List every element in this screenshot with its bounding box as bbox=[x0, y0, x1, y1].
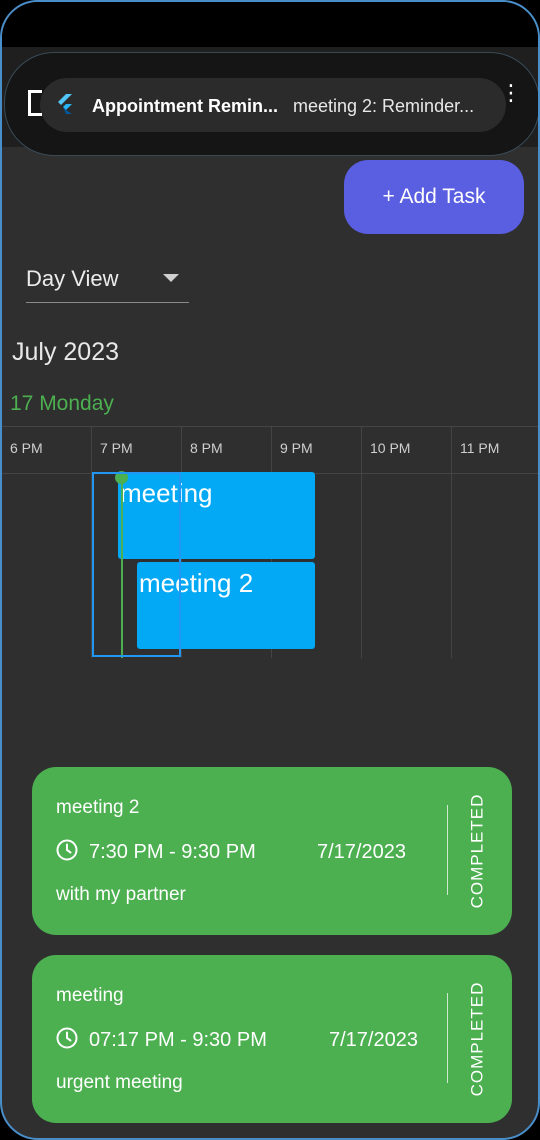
hour-label: 7 PM bbox=[100, 440, 133, 456]
phone-screen: Appointment Remin... meeting 2: Reminder… bbox=[0, 0, 540, 1140]
notification-text: meeting 2: Reminder... bbox=[293, 96, 475, 116]
notification-app-name: Appointment Remin... bbox=[92, 96, 278, 116]
task-title: meeting 2 bbox=[56, 797, 140, 818]
task-time: 7:30 PM - 9:30 PM bbox=[89, 841, 256, 863]
task-date: 7/17/2023 bbox=[329, 1029, 418, 1051]
status-label: COMPLETED bbox=[467, 793, 487, 909]
task-title: meeting bbox=[56, 985, 124, 1006]
day-label: 17 Monday bbox=[10, 392, 114, 415]
task-description: urgent meeting bbox=[56, 1072, 183, 1093]
hour-label: 6 PM bbox=[10, 440, 43, 456]
hour-label: 10 PM bbox=[370, 440, 411, 456]
card-divider bbox=[447, 993, 448, 1083]
view-dropdown-value: Day View bbox=[26, 266, 119, 291]
task-description: with my partner bbox=[56, 884, 186, 905]
hour-label: 9 PM bbox=[280, 440, 313, 456]
task-time: 07:17 PM - 9:30 PM bbox=[89, 1029, 267, 1051]
flutter-app-icon bbox=[58, 94, 72, 114]
more-options-icon[interactable]: ⋮ bbox=[500, 82, 522, 118]
view-dropdown[interactable]: Day View bbox=[26, 260, 189, 303]
hour-column[interactable]: 6 PM bbox=[2, 426, 92, 658]
hour-label: 11 PM bbox=[460, 440, 500, 456]
task-status: COMPLETED bbox=[464, 975, 490, 1103]
hour-label: 8 PM bbox=[190, 440, 223, 456]
caret-down-icon bbox=[163, 274, 179, 282]
card-divider bbox=[447, 805, 448, 895]
screen-capture-icon bbox=[28, 90, 42, 116]
hour-column[interactable]: 11 PM bbox=[452, 426, 538, 658]
selection-highlight bbox=[92, 472, 181, 657]
hour-column[interactable]: 10 PM bbox=[362, 426, 452, 658]
status-bar bbox=[2, 2, 538, 47]
task-card[interactable]: meeting 07:17 PM - 9:30 PM 7/17/2023 urg… bbox=[32, 955, 512, 1123]
add-task-button[interactable]: + Add Task bbox=[344, 160, 524, 234]
task-status: COMPLETED bbox=[464, 787, 490, 915]
status-label: COMPLETED bbox=[467, 981, 487, 1097]
clock-icon bbox=[56, 839, 78, 861]
month-title: July 2023 bbox=[12, 338, 120, 366]
clock-icon bbox=[56, 1027, 78, 1049]
task-date: 7/17/2023 bbox=[317, 841, 406, 863]
task-card[interactable]: meeting 2 7:30 PM - 9:30 PM 7/17/2023 wi… bbox=[32, 767, 512, 935]
